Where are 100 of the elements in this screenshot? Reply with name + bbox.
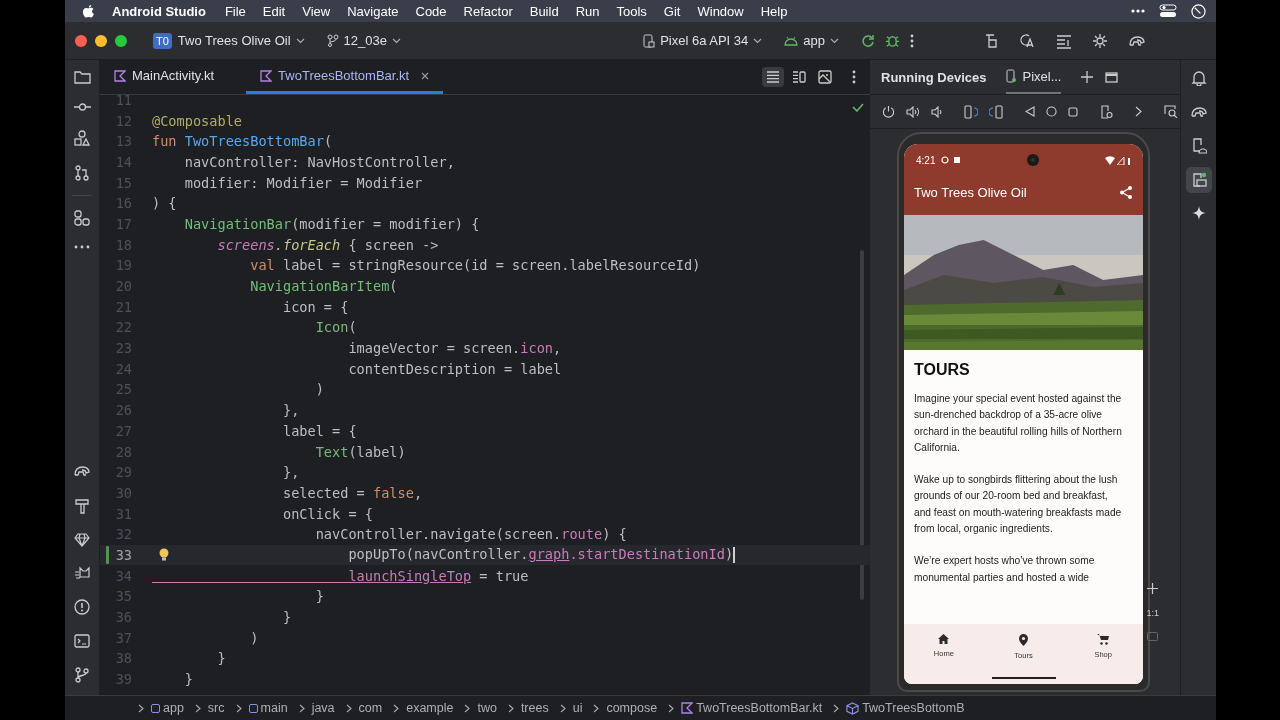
terminal-icon[interactable]: [74, 634, 90, 648]
volume-down-icon[interactable]: [931, 105, 942, 118]
folder-icon[interactable]: [73, 70, 91, 84]
window-icon[interactable]: [1105, 71, 1119, 83]
code-line: screens.forEach { screen ->: [216, 236, 439, 253]
zoom-in-icon[interactable]: [1147, 583, 1159, 594]
window-controls-icon[interactable]: [75, 34, 127, 47]
cat-icon[interactable]: [74, 566, 90, 580]
breadcrumb[interactable]: TwoTreesBottomB: [846, 701, 965, 715]
menu-item[interactable]: Refactor: [463, 3, 513, 19]
breadcrumb[interactable]: app: [151, 701, 184, 715]
rotate-right-icon[interactable]: [989, 104, 1003, 119]
code-line: }: [216, 650, 226, 667]
power-icon[interactable]: [882, 105, 895, 118]
apple-icon[interactable]: [82, 3, 95, 19]
editor-tab[interactable]: MainActivity.kt: [100, 60, 229, 94]
git-icon[interactable]: [74, 667, 90, 683]
menu-item[interactable]: Run: [575, 3, 600, 19]
menu-item[interactable]: View: [302, 3, 331, 19]
breadcrumb[interactable]: java: [311, 701, 335, 715]
phone-icon[interactable]: [984, 32, 1000, 49]
breadcrumb[interactable]: two: [477, 701, 497, 715]
chevron-down-icon: [391, 37, 401, 44]
module-icon: [248, 703, 258, 713]
kotlin-file-icon: [114, 69, 126, 82]
chevron-down-icon: [753, 37, 763, 44]
menu-item[interactable]: File: [224, 3, 246, 19]
menu-item[interactable]: Code: [415, 3, 447, 19]
clock-icon[interactable]: [1191, 3, 1206, 19]
bell-icon[interactable]: [1190, 70, 1207, 86]
back-icon[interactable]: [1025, 106, 1035, 117]
run-config-selector[interactable]: app: [784, 33, 839, 48]
menu-item[interactable]: Window: [697, 3, 744, 19]
breadcrumb[interactable]: com: [358, 701, 383, 715]
add-icon[interactable]: [1081, 71, 1094, 83]
branch-selector[interactable]: 12_03e: [326, 33, 401, 48]
structure-icon[interactable]: [74, 210, 90, 226]
menu-item[interactable]: Build: [529, 3, 559, 19]
sparkle-icon[interactable]: [1191, 206, 1206, 220]
elephant-icon[interactable]: [1189, 104, 1208, 120]
breadcrumb[interactable]: src: [207, 701, 225, 715]
volume-up-icon[interactable]: [906, 105, 920, 118]
breadcrumb[interactable]: ui: [572, 701, 583, 715]
device-settings-icon[interactable]: [1100, 104, 1113, 119]
code-line: },: [281, 402, 300, 419]
home-icon[interactable]: [1046, 106, 1057, 117]
breadcrumb[interactable]: example: [406, 701, 454, 715]
share-icon[interactable]: [1120, 186, 1132, 199]
chevron-right-icon: [393, 703, 400, 713]
chevron-right-icon[interactable]: [1135, 106, 1142, 117]
gem-icon[interactable]: [74, 533, 90, 547]
menu-item[interactable]: Git: [663, 3, 681, 19]
change-marker[interactable]: [106, 545, 109, 564]
code-view-icon[interactable]: [762, 67, 784, 87]
device-manager-icon[interactable]: [1190, 138, 1207, 154]
menu-item[interactable]: Tools: [616, 3, 647, 19]
running-devices-icon[interactable]: [1185, 167, 1212, 193]
pull-request-icon[interactable]: [74, 165, 90, 181]
code-line: Text(label): [314, 443, 406, 460]
overview-icon[interactable]: [1068, 106, 1078, 117]
breadcrumb[interactable]: trees: [520, 701, 549, 715]
bug-icon[interactable]: [885, 33, 900, 48]
menu-item[interactable]: Help: [760, 3, 788, 19]
menu-item[interactable]: Navigate: [347, 3, 399, 19]
shapes-icon[interactable]: [74, 130, 90, 146]
paragraph: Wake up to songbirds flittering about the lush grounds of our 20-room bed and breakfast, and feast on mouth-watering breakfasts made from local, organic ingredients.: [914, 473, 1123, 537]
hammer-icon[interactable]: [74, 498, 90, 514]
breadcrumb[interactable]: main: [248, 701, 288, 715]
rerun-icon[interactable]: [861, 33, 875, 48]
code-line: NavigationBar(modifier = modifier) {: [183, 215, 480, 232]
breadcrumb[interactable]: TwoTreesBottomBar.kt: [681, 701, 823, 715]
commit-icon[interactable]: [73, 103, 91, 111]
android-icon: [784, 35, 799, 46]
more-icon[interactable]: [74, 245, 90, 249]
more-icon[interactable]: [910, 33, 914, 48]
more-icon[interactable]: [852, 70, 856, 84]
app-menu[interactable]: Android Studio: [112, 3, 206, 19]
list-icon[interactable]: [1056, 32, 1072, 49]
code-line: contentDescription = label: [347, 360, 562, 377]
signal-icons: [1105, 155, 1131, 165]
device-tab[interactable]: Pixel...: [1006, 60, 1062, 94]
actual-size-button[interactable]: 1:1: [1146, 608, 1159, 618]
close-icon[interactable]: [421, 71, 430, 80]
lightbulb-icon[interactable]: [159, 547, 169, 562]
fit-screen-icon[interactable]: [1147, 632, 1159, 641]
cube-icon: [846, 701, 860, 715]
problems-icon[interactable]: [74, 599, 90, 615]
code-line: selected = false,: [281, 484, 423, 501]
rotate-left-icon[interactable]: [964, 104, 978, 119]
gear-icon[interactable]: [1092, 32, 1108, 49]
control-center-icon[interactable]: [1159, 4, 1177, 18]
elephant-icon[interactable]: [73, 463, 91, 479]
project-selector[interactable]: Two Trees Olive Oil: [177, 33, 305, 48]
menu-item[interactable]: Edit: [262, 3, 286, 19]
device-selector[interactable]: Pixel 6a API 34: [643, 33, 763, 48]
search-icon[interactable]: [1164, 105, 1178, 118]
translate-icon[interactable]: [1020, 32, 1036, 49]
page-heading: TOURS: [914, 361, 971, 379]
more-icon[interactable]: [1131, 9, 1145, 13]
breadcrumb[interactable]: compose: [606, 701, 658, 715]
